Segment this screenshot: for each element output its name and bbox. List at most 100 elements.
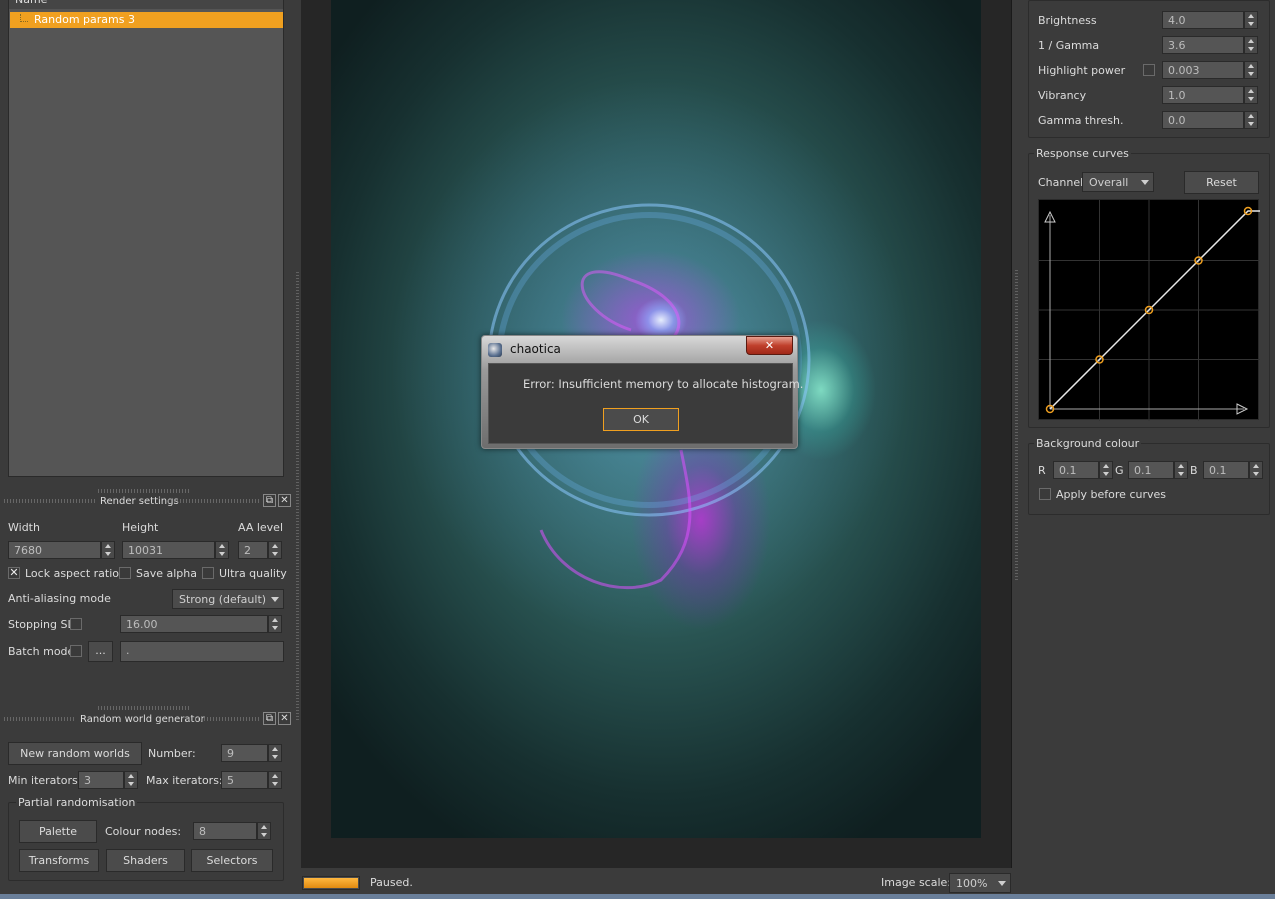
stopping-sl-label: Stopping SL [8, 618, 74, 631]
random-world-grip-top [98, 706, 190, 710]
colour-nodes-spinner[interactable] [257, 822, 271, 840]
vibrancy-input[interactable]: 1.0 [1162, 86, 1244, 104]
params-tree[interactable]: Name Random params 3 [8, 0, 284, 477]
ultra-quality-checkbox[interactable] [202, 567, 214, 579]
height-spinner[interactable] [215, 541, 229, 559]
render-settings-title: Render settings [100, 496, 179, 507]
gamma-thresh-spinner[interactable] [1244, 111, 1258, 129]
max-iterators-spinner[interactable] [268, 771, 282, 789]
dialog-body: Error: Insufficient memory to allocate h… [488, 363, 803, 444]
colour-nodes-input[interactable]: 8 [193, 822, 257, 840]
save-alpha-checkbox[interactable] [119, 567, 131, 579]
stopping-sl-input[interactable]: 16.00 [120, 615, 268, 633]
render-settings-float-button[interactable]: ⧉ [263, 494, 276, 507]
channel-value: Overall [1089, 176, 1129, 189]
tree-item-random-params-3[interactable]: Random params 3 [10, 12, 283, 28]
min-iterators-label: Min iterators: [8, 774, 82, 787]
aa-mode-value: Strong (default) [179, 593, 267, 606]
reset-curves-button[interactable]: Reset [1184, 171, 1259, 194]
bg-r-label: R [1038, 464, 1046, 477]
selectors-button[interactable]: Selectors [191, 849, 273, 872]
background-colour-title: Background colour [1034, 437, 1142, 450]
save-alpha-label: Save alpha [136, 567, 197, 580]
brightness-input[interactable]: 4.0 [1162, 11, 1244, 29]
stopping-sl-checkbox[interactable] [70, 618, 82, 630]
stopping-sl-spinner[interactable] [268, 615, 282, 633]
gamma-thresh-input[interactable]: 0.0 [1162, 111, 1244, 129]
transforms-button[interactable]: Transforms [19, 849, 99, 872]
bg-r-input[interactable]: 0.1 [1053, 461, 1099, 479]
width-label: Width [8, 521, 40, 534]
render-settings-grip-right [168, 499, 260, 503]
bg-r-spinner[interactable] [1099, 461, 1113, 479]
curve-editor[interactable] [1038, 199, 1260, 421]
tree-header[interactable]: Name [9, 0, 283, 9]
tree-item-label: Random params 3 [34, 13, 135, 26]
aa-level-label: AA level [238, 521, 284, 534]
render-settings-grip-top [98, 489, 190, 493]
render-settings-close-button[interactable]: ✕ [278, 494, 291, 507]
max-iterators-label: Max iterators: [146, 774, 223, 787]
magenta-flare [539, 449, 692, 590]
lock-aspect-checkbox[interactable]: ✕ [8, 567, 20, 579]
number-label: Number: [148, 747, 196, 760]
number-input[interactable]: 9 [221, 744, 268, 762]
aa-mode-select[interactable]: Strong (default) [172, 589, 284, 609]
status-text: Paused. [370, 876, 413, 889]
dialog-close-button[interactable]: ✕ [746, 336, 793, 355]
image-scale-value: 100% [956, 877, 988, 890]
bg-g-input[interactable]: 0.1 [1128, 461, 1174, 479]
partial-randomisation-title: Partial randomisation [16, 796, 138, 809]
new-random-worlds-button[interactable]: New random worlds [8, 742, 142, 765]
min-iterators-spinner[interactable] [124, 771, 138, 789]
batch-browse-button[interactable]: ... [88, 641, 113, 662]
number-spinner[interactable] [268, 744, 282, 762]
curve-canvas [1039, 200, 1260, 421]
image-scale-label: Image scale: [881, 876, 951, 889]
render-progress-bar [302, 876, 360, 890]
width-input[interactable]: 7680 [8, 541, 101, 559]
height-input[interactable]: 10031 [122, 541, 215, 559]
random-world-float-button[interactable]: ⧉ [263, 712, 276, 725]
apply-before-curves-checkbox[interactable] [1039, 488, 1051, 500]
chevron-down-icon [998, 881, 1006, 886]
batch-mode-checkbox[interactable] [70, 645, 82, 657]
min-iterators-input[interactable]: 3 [78, 771, 124, 789]
vibrancy-spinner[interactable] [1244, 86, 1258, 104]
image-scale-select[interactable]: 100% [949, 873, 1011, 893]
shaders-button[interactable]: Shaders [106, 849, 185, 872]
aa-level-input[interactable]: 2 [238, 541, 268, 559]
chevron-down-icon [1141, 180, 1149, 185]
highlight-power-input[interactable]: 0.003 [1162, 61, 1244, 79]
bg-b-input[interactable]: 0.1 [1203, 461, 1249, 479]
gamma-input[interactable]: 3.6 [1162, 36, 1244, 54]
batch-mode-label: Batch mode [8, 645, 75, 658]
dialog-ok-button[interactable]: OK [603, 408, 679, 431]
bg-g-spinner[interactable] [1174, 461, 1188, 479]
random-world-close-button[interactable]: ✕ [278, 712, 291, 725]
gamma-label: 1 / Gamma [1038, 39, 1100, 52]
left-splitter[interactable] [296, 270, 299, 720]
render-progress-fill [304, 878, 358, 888]
vibrancy-label: Vibrancy [1038, 89, 1087, 102]
highlight-power-checkbox[interactable] [1143, 64, 1155, 76]
palette-button[interactable]: Palette [19, 820, 97, 843]
max-iterators-input[interactable]: 5 [221, 771, 268, 789]
brightness-spinner[interactable] [1244, 11, 1258, 29]
background-colour-group [1028, 443, 1270, 515]
gamma-spinner[interactable] [1244, 36, 1258, 54]
channel-select[interactable]: Overall [1082, 172, 1154, 192]
status-bar: Paused. Image scale: 100% [296, 870, 1016, 894]
channel-label: Channel: [1038, 176, 1087, 189]
batch-path-input[interactable]: . [120, 641, 284, 662]
bg-b-spinner[interactable] [1249, 461, 1263, 479]
width-spinner[interactable] [101, 541, 115, 559]
error-dialog: chaotica ✕ Error: Insufficient memory to… [481, 335, 803, 449]
apply-before-curves-label: Apply before curves [1056, 488, 1166, 501]
tree-branch-icon [20, 14, 28, 22]
right-splitter[interactable] [1015, 270, 1018, 580]
highlight-power-spinner[interactable] [1244, 61, 1258, 79]
dialog-app-icon [488, 343, 502, 357]
aa-level-spinner[interactable] [268, 541, 282, 559]
dialog-title: chaotica [510, 342, 561, 356]
